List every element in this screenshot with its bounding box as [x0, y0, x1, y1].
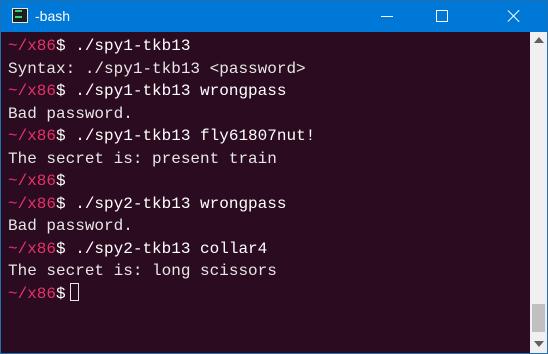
- prompt-symbol: $: [56, 82, 66, 100]
- terminal-output[interactable]: ~/x86$ ./spy1-tkb13 Syntax: ./spy1-tkb13 …: [1, 32, 530, 353]
- output-line: Bad password.: [8, 215, 315, 238]
- prompt-path: ~/x86: [8, 239, 57, 258]
- output-text: Bad password.: [8, 217, 133, 235]
- prompt-symbol: $: [56, 127, 66, 145]
- prompt-path: ~/x86: [8, 37, 57, 55]
- output-line: The secret is: present train: [8, 148, 315, 171]
- terminal-lines: ~/x86$ ./spy1-tkb13 Syntax: ./spy1-tkb13 …: [8, 35, 315, 305]
- prompt-line: ~/x86$ ./spy1-tkb13 fly61807nut!: [8, 125, 315, 148]
- prompt-line: ~/x86$ ./spy1-tkb13 wrongpass: [8, 80, 315, 103]
- prompt-line: ~/x86$ ./spy2-tkb13 collar4: [8, 238, 315, 261]
- output-text: Bad password.: [8, 104, 133, 123]
- command-text: ./spy2-tkb13 collar4: [65, 239, 268, 258]
- prompt-symbol: $: [56, 194, 66, 213]
- vertical-scrollbar[interactable]: [530, 32, 547, 353]
- text-cursor: [69, 282, 79, 301]
- prompt-line: ~/x86$ ./spy2-tkb13 wrongpass: [8, 193, 315, 216]
- close-icon: [507, 9, 521, 23]
- prompt-path: ~/x86: [8, 127, 57, 145]
- command-text: ./spy1-tkb13: [65, 37, 191, 55]
- maximize-icon: [436, 10, 448, 22]
- chevron-up-icon[interactable]: [534, 37, 544, 43]
- prompt-path: ~/x86: [8, 172, 57, 190]
- prompt-symbol: $: [56, 172, 66, 190]
- prompt-symbol: $: [56, 37, 66, 55]
- title-bar[interactable]: -bash: [1, 1, 547, 32]
- prompt-line: ~/x86$: [8, 170, 315, 193]
- command-text: ./spy2-tkb13 wrongpass: [65, 194, 287, 213]
- terminal-app-icon[interactable]: [12, 8, 28, 23]
- prompt-symbol: $: [56, 284, 66, 303]
- maximize-button[interactable]: [419, 1, 465, 32]
- command-text: ./spy1-tkb13 fly61807nut!: [65, 127, 316, 145]
- window-title: -bash: [35, 8, 71, 24]
- minimize-icon: [381, 16, 393, 17]
- prompt-line: ~/x86$: [8, 282, 315, 306]
- scroll-thumb[interactable]: [532, 304, 545, 332]
- prompt-path: ~/x86: [8, 82, 57, 100]
- chevron-down-icon[interactable]: [534, 341, 544, 347]
- minimize-button[interactable]: [363, 1, 409, 32]
- output-text: The secret is: long scissors: [8, 262, 277, 280]
- prompt-path: ~/x86: [8, 284, 57, 303]
- close-button[interactable]: [491, 1, 537, 32]
- output-line: Syntax: ./spy1-tkb13 <password>: [8, 58, 315, 81]
- prompt-symbol: $: [56, 239, 66, 258]
- prompt-path: ~/x86: [8, 194, 57, 213]
- terminal-window: -bash ~/x86$ ./spy1-tkb13 Syntax: ./spy1-…: [0, 0, 548, 354]
- output-line: The secret is: long scissors: [8, 260, 315, 283]
- prompt-glyph-icon: [15, 10, 22, 18]
- output-text: The secret is: present train: [8, 149, 277, 168]
- output-text: Syntax: ./spy1-tkb13 <password>: [8, 59, 306, 78]
- command-text: ./spy1-tkb13 wrongpass: [65, 82, 287, 100]
- output-line: Bad password.: [8, 103, 315, 126]
- prompt-line: ~/x86$ ./spy1-tkb13: [8, 35, 315, 58]
